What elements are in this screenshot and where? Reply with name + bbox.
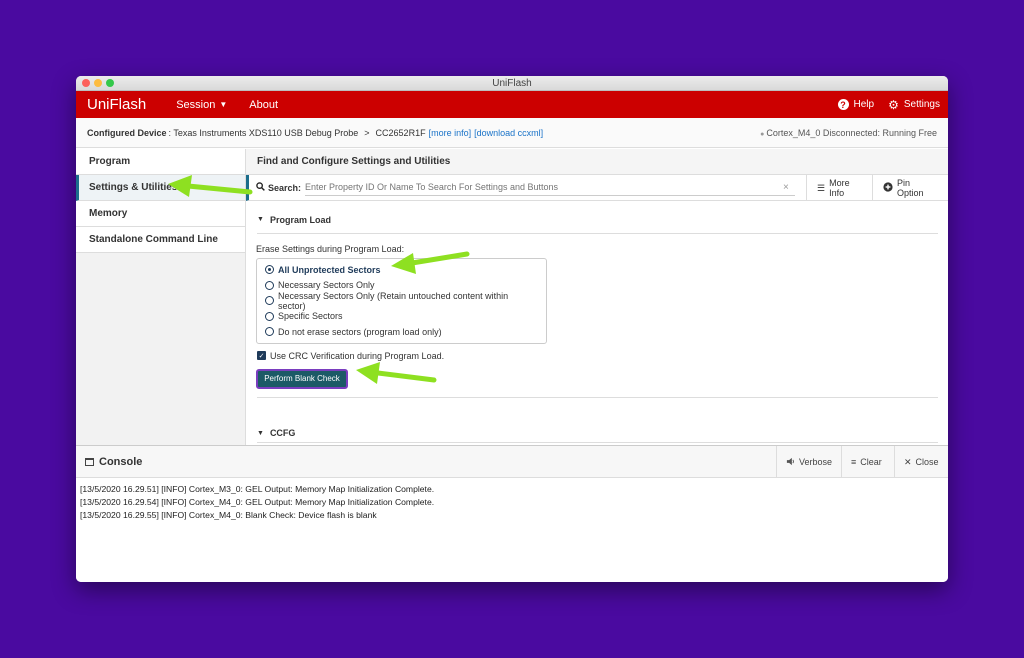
program-load-section: ▼ Program Load: [246, 206, 948, 234]
window-title: UniFlash: [492, 78, 532, 89]
console-header: Console Verbose ≡ Clear ✕ Close: [76, 446, 948, 478]
device-bar: Configured Device : Texas Instruments XD…: [76, 118, 948, 148]
crc-verification-checkbox[interactable]: ✓ Use CRC Verification during Program Lo…: [257, 351, 948, 361]
app-bar: UniFlash Session ▼ About ? Help ⚙ Settin…: [76, 91, 948, 118]
radio-label: All Unprotected Sectors: [278, 264, 381, 275]
console-line: [13/5/2020 16.29.51] [INFO] Cortex_M3_0:…: [80, 484, 435, 494]
erase-options-group: All Unprotected Sectors Necessary Sector…: [256, 258, 547, 344]
speaker-icon: [786, 457, 795, 468]
radio-label: Do not erase sectors (program load only): [278, 326, 442, 337]
main-panel: Find and Configure Settings and Utilitie…: [246, 149, 948, 445]
verbose-button[interactable]: Verbose: [776, 446, 841, 478]
gear-icon: ⚙: [888, 97, 899, 112]
clear-search-icon[interactable]: ×: [783, 182, 789, 193]
chip-name: CC2652R1F: [375, 127, 426, 138]
search-label: Search:: [268, 182, 302, 193]
radio-label: Necessary Sectors Only: [278, 280, 375, 291]
console-line: [13/5/2020 16.29.55] [INFO] Cortex_M4_0:…: [80, 510, 377, 520]
help-button[interactable]: ? Help: [837, 99, 875, 110]
triangle-down-icon: ▼: [257, 216, 264, 223]
sidebar-item-program[interactable]: Program: [76, 149, 245, 175]
erase-settings-label: Erase Settings during Program Load:: [256, 244, 405, 254]
breadcrumb-separator: >: [364, 127, 370, 138]
radio-do-not-erase[interactable]: Do not erase sectors (program load only): [265, 324, 538, 340]
ccfg-section: ▼ CCFG: [246, 425, 948, 443]
close-window-button[interactable]: [82, 79, 90, 87]
console-title: Console: [85, 456, 142, 468]
app-brand: UniFlash: [87, 96, 147, 113]
close-label: Close: [915, 457, 939, 467]
clear-label: Clear: [860, 457, 882, 467]
probe-name: : Texas Instruments XDS110 USB Debug Pro…: [168, 127, 359, 138]
question-circle-icon: ?: [837, 99, 849, 110]
console-title-label: Console: [99, 455, 143, 468]
window-icon: [85, 457, 94, 466]
triangle-down-icon: ▼: [257, 429, 264, 437]
sidebar-item-standalone-command-line[interactable]: Standalone Command Line: [76, 227, 245, 253]
checkmark-icon: ✓: [257, 351, 266, 360]
sidebar: Program Settings & Utilities Memory Stan…: [76, 149, 246, 445]
ccfg-title: CCFG: [269, 428, 296, 438]
title-bar: UniFlash: [76, 76, 948, 91]
radio-unchecked-icon: [265, 296, 274, 306]
main-title: Find and Configure Settings and Utilitie…: [246, 149, 948, 175]
clear-button[interactable]: ≡ Clear: [841, 446, 894, 478]
minimize-window-button[interactable]: [94, 79, 102, 87]
radio-checked-icon: [265, 265, 274, 275]
search-icon: [256, 181, 265, 194]
sidebar-item-memory[interactable]: Memory: [76, 201, 245, 227]
radio-all-unprotected-sectors[interactable]: All Unprotected Sectors: [265, 262, 538, 278]
close-console-button[interactable]: ✕ Close: [894, 446, 948, 478]
radio-unchecked-icon: [265, 327, 274, 337]
ccfg-header[interactable]: ▼ CCFG: [257, 425, 938, 443]
search-input[interactable]: [305, 179, 796, 196]
session-menu[interactable]: Session ▼: [176, 99, 227, 111]
settings-button[interactable]: ⚙ Settings: [888, 98, 940, 112]
radio-unchecked-icon: [265, 311, 274, 321]
configured-device-label: Configured Device: [87, 127, 167, 138]
radio-specific-sectors[interactable]: Specific Sectors: [265, 309, 538, 325]
pin-option-button[interactable]: Pin Option: [872, 175, 948, 201]
close-icon: ✕: [904, 456, 912, 467]
radio-label: Specific Sectors: [278, 311, 343, 322]
settings-label: Settings: [903, 99, 940, 110]
radio-label: Necessary Sectors Only (Retain untouched…: [278, 290, 509, 311]
uniflash-window: UniFlash UniFlash Session ▼ About ? Help…: [76, 76, 948, 582]
console-panel: Console Verbose ≡ Clear ✕ Close [13/5/20…: [76, 445, 948, 582]
search-row: Search: × ☰ More Info Pin Option: [246, 175, 948, 201]
more-info-link[interactable]: [more info]: [429, 128, 472, 138]
window-controls: [82, 79, 114, 87]
list-icon: ☰: [817, 182, 826, 193]
program-load-header[interactable]: ▼ Program Load: [257, 206, 938, 234]
more-info-label: More Info: [829, 178, 850, 198]
device-status: ● Cortex_M4_0 Disconnected: Running Free: [760, 128, 937, 138]
help-label: Help: [853, 99, 875, 110]
plus-circle-icon: [883, 182, 893, 194]
perform-blank-check-button[interactable]: Perform Blank Check: [256, 368, 348, 389]
caret-down-icon: ▼: [219, 100, 228, 109]
radio-unchecked-icon: [265, 280, 274, 290]
zoom-window-button[interactable]: [106, 79, 114, 87]
crc-label: Use CRC Verification during Program Load…: [270, 350, 445, 361]
pin-option-label: Pin Option: [897, 178, 924, 198]
console-output: [13/5/2020 16.29.51] [INFO] Cortex_M3_0:…: [76, 478, 948, 527]
device-status-text: Cortex_M4_0 Disconnected: Running Free: [766, 127, 937, 138]
session-menu-label: Session: [176, 98, 216, 111]
status-dot-icon: ●: [760, 130, 765, 138]
more-info-button[interactable]: ☰ More Info: [806, 175, 872, 201]
section-divider: [257, 396, 938, 398]
console-line: [13/5/2020 16.29.54] [INFO] Cortex_M4_0:…: [80, 497, 435, 507]
sidebar-item-settings-utilities[interactable]: Settings & Utilities: [76, 175, 245, 201]
radio-necessary-sectors-retain[interactable]: Necessary Sectors Only (Retain untouched…: [265, 290, 538, 311]
about-menu[interactable]: About: [249, 99, 278, 111]
program-load-title: Program Load: [269, 214, 331, 225]
download-ccxml-link[interactable]: [download ccxml]: [474, 128, 543, 138]
verbose-label: Verbose: [799, 457, 833, 467]
clear-lines-icon: ≡: [851, 457, 857, 467]
